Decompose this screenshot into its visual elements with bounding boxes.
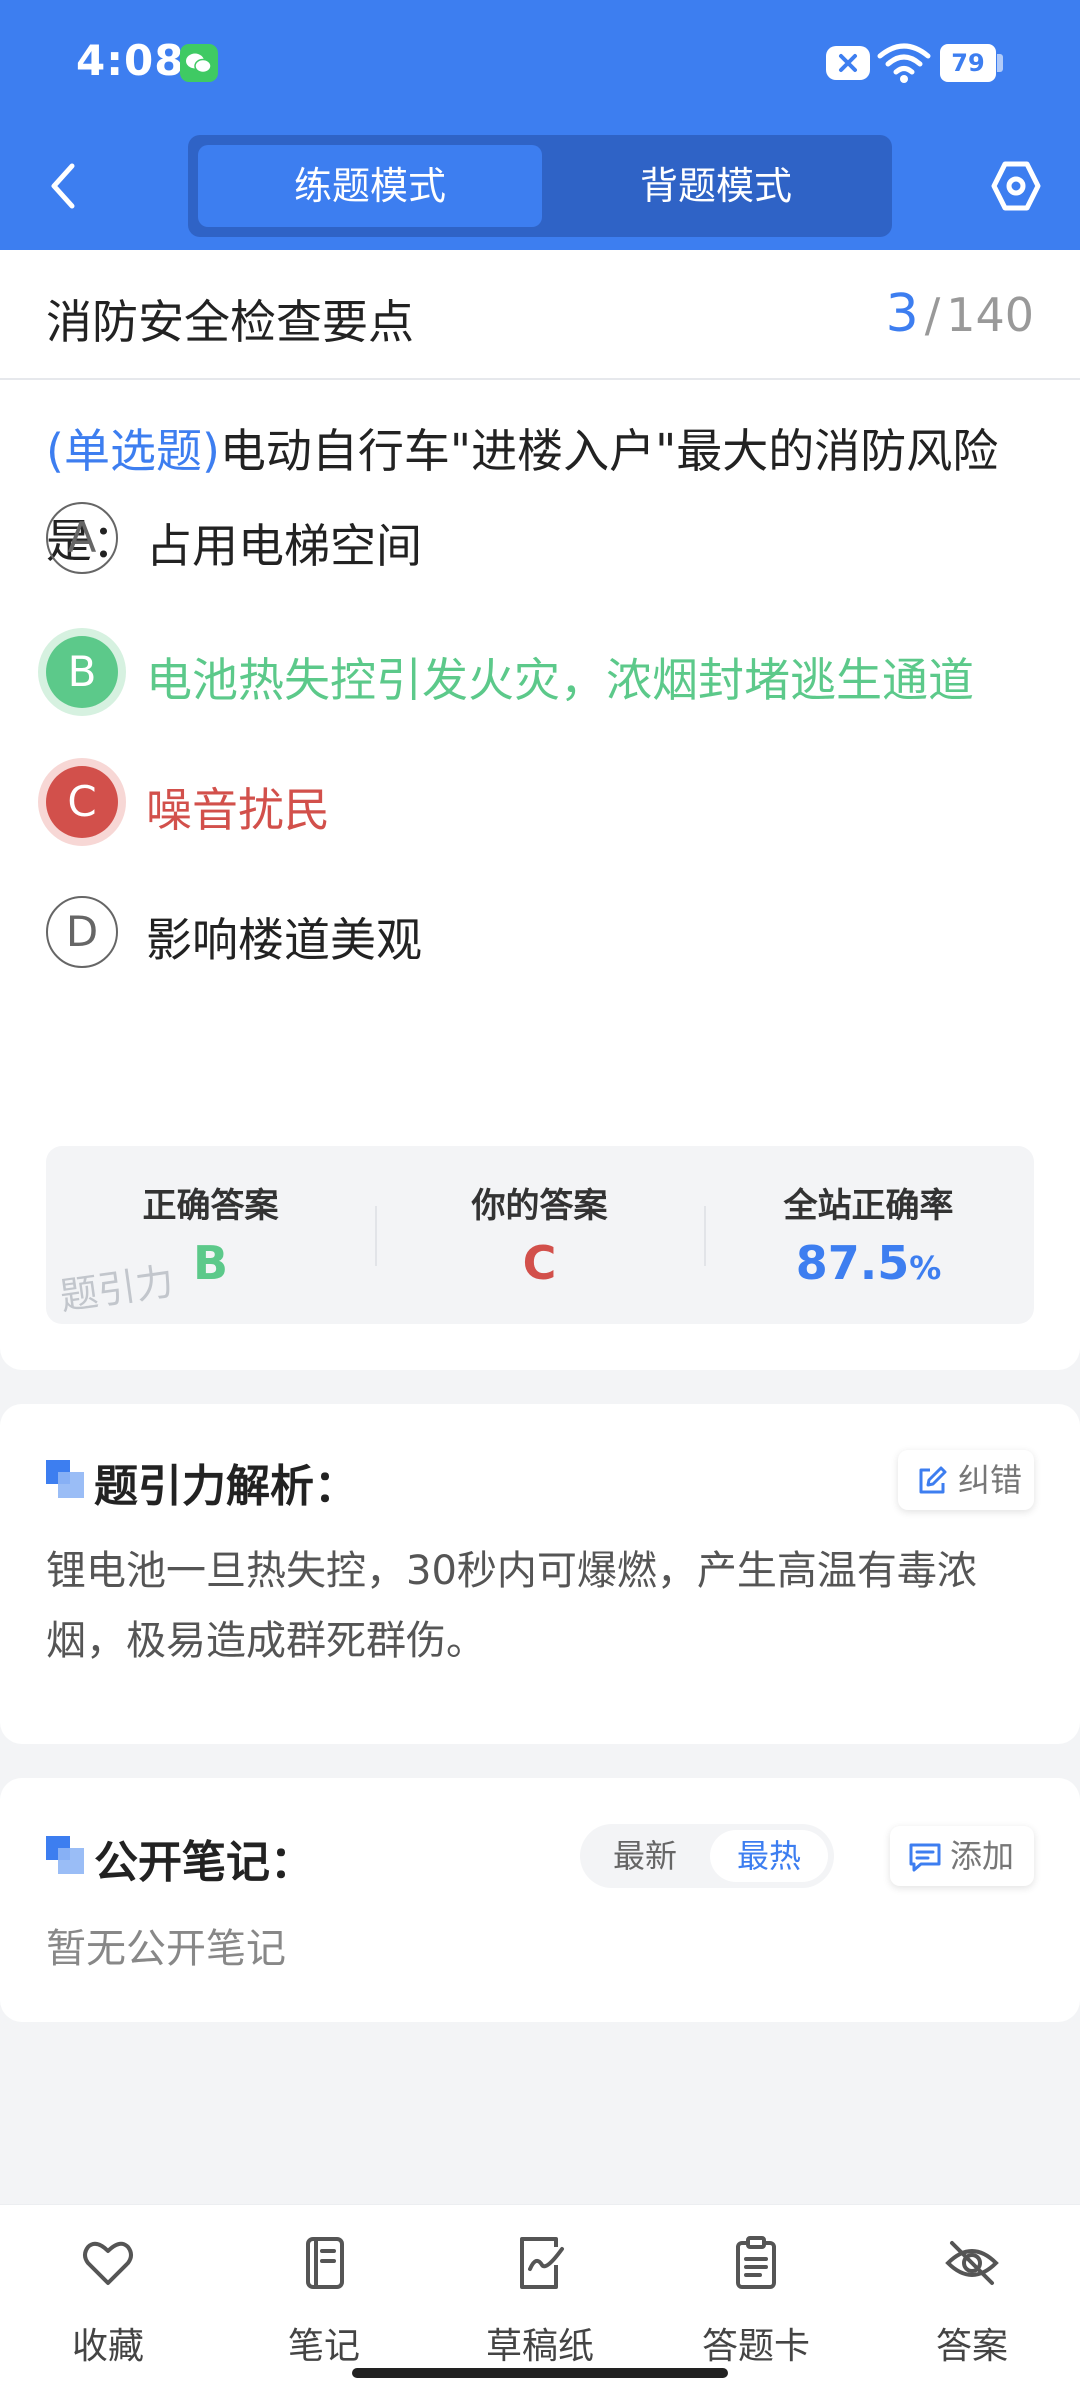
option-text: 电池热失控引发火灾，浓烟封堵逃生通道 xyxy=(146,653,974,707)
sort-latest[interactable]: 最新 xyxy=(586,1830,704,1882)
nav-draft-paper[interactable]: 草稿纸 xyxy=(460,2225,620,2375)
correct-answer-column: 正确答案 B 题引力 xyxy=(46,1146,375,1324)
question-progress: 3/140 xyxy=(886,284,1034,344)
option-text: 影响楼道美观 xyxy=(146,913,422,967)
option-letter: D xyxy=(46,896,118,968)
accuracy-number: 87.5 xyxy=(795,1236,910,1290)
comment-icon xyxy=(909,1843,941,1872)
your-answer-label: 你的答案 xyxy=(471,1186,608,1226)
progress-total: 140 xyxy=(946,288,1034,342)
nav-show-answer[interactable]: 答案 xyxy=(892,2225,1052,2375)
notes-card: 公开笔记： 最新 最热 添加 暂无公开笔记 xyxy=(0,1778,1080,2022)
topic-row: 消防安全检查要点 3/140 xyxy=(0,250,1080,380)
notebook-icon xyxy=(306,2237,344,2289)
section-square-icon xyxy=(46,1460,84,1498)
notes-title: 公开笔记： xyxy=(94,1837,314,1888)
topic-title: 消防安全检查要点 xyxy=(46,295,414,349)
accuracy-value: 87.5% xyxy=(704,1236,1033,1290)
your-answer-value: C xyxy=(522,1236,557,1290)
no-sim-icon xyxy=(826,46,870,80)
option-text: 噪音扰民 xyxy=(146,783,330,837)
option-letter: A xyxy=(46,502,118,574)
status-time: 4:08 xyxy=(76,36,185,85)
tab-practice-mode[interactable]: 练题模式 xyxy=(198,145,542,227)
wechat-notification-icon xyxy=(180,44,218,82)
tab-memorize-mode[interactable]: 背题模式 xyxy=(544,145,888,227)
nav-notes[interactable]: 笔记 xyxy=(244,2225,404,2375)
report-error-label: 纠错 xyxy=(958,1461,1023,1499)
back-button[interactable] xyxy=(40,158,88,214)
settings-hexagon-icon xyxy=(991,161,1041,211)
analysis-card: 题引力解析： 纠错 锂电池一旦热失控，30秒内可爆燃，产生高温有毒浓烟，极易造成… xyxy=(0,1404,1080,1744)
answer-sheet-icon xyxy=(736,2236,776,2289)
progress-separator: / xyxy=(924,288,941,342)
wifi-icon xyxy=(877,43,931,83)
nav-label: 收藏 xyxy=(71,2326,144,2367)
analysis-title: 题引力解析： xyxy=(94,1461,358,1512)
answer-result-panel: 正确答案 B 题引力 你的答案 C 全站正确率 87.5% xyxy=(46,1146,1034,1324)
draft-paper-icon xyxy=(520,2237,564,2289)
option-c[interactable]: C 噪音扰民 xyxy=(46,766,1036,838)
accuracy-unit: % xyxy=(909,1249,942,1287)
section-square-icon xyxy=(46,1836,84,1874)
empty-notes-text: 暂无公开笔记 xyxy=(46,1926,286,1972)
option-a[interactable]: A 占用电梯空间 xyxy=(46,502,1036,574)
nav-label: 笔记 xyxy=(287,2326,360,2367)
notes-sort-toggle: 最新 最热 xyxy=(580,1824,834,1888)
option-b[interactable]: B 电池热失控引发火灾，浓烟封堵逃生通道 xyxy=(46,636,1036,708)
nav-label: 草稿纸 xyxy=(485,2326,594,2367)
add-note-button[interactable]: 添加 xyxy=(890,1826,1034,1886)
mode-switch: 练题模式 背题模式 xyxy=(188,135,892,237)
sort-hottest[interactable]: 最热 xyxy=(710,1830,828,1882)
option-letter: C xyxy=(46,766,118,838)
question-card: 消防安全检查要点 3/140 (单选题)电动自行车"进楼入户"最大的消防风险是：… xyxy=(0,250,1080,1370)
home-indicator xyxy=(352,2368,728,2378)
question-type: (单选题) xyxy=(46,424,220,478)
analysis-text: 锂电池一旦热失控，30秒内可爆燃，产生高温有毒浓烟，极易造成群死群伤。 xyxy=(46,1548,977,1664)
nav-label: 答案 xyxy=(935,2326,1008,2367)
heart-icon xyxy=(83,2241,133,2285)
option-d[interactable]: D 影响楼道美观 xyxy=(46,896,1036,968)
option-text: 占用电梯空间 xyxy=(146,519,422,573)
top-header: 4:08 79 练题模式 背题模式 xyxy=(0,0,1080,250)
progress-current: 3 xyxy=(885,284,919,344)
chevron-left-icon xyxy=(51,163,75,209)
accuracy-label: 全站正确率 xyxy=(783,1186,954,1226)
battery-tip xyxy=(997,54,1003,72)
nav-label: 答题卡 xyxy=(701,2326,810,2367)
nav-answer-sheet[interactable]: 答题卡 xyxy=(676,2225,836,2375)
nav-favorite[interactable]: 收藏 xyxy=(28,2225,188,2375)
your-answer-column: 你的答案 C xyxy=(375,1146,704,1324)
accuracy-column: 全站正确率 87.5% xyxy=(704,1146,1033,1324)
option-letter: B xyxy=(46,636,118,708)
settings-button[interactable] xyxy=(990,158,1042,214)
battery-level: 79 xyxy=(940,44,996,82)
add-note-label: 添加 xyxy=(950,1837,1015,1875)
report-error-button[interactable]: 纠错 xyxy=(898,1450,1034,1510)
edit-icon xyxy=(919,1466,947,1494)
correct-answer-label: 正确答案 xyxy=(142,1186,279,1226)
eye-off-icon xyxy=(945,2241,999,2285)
